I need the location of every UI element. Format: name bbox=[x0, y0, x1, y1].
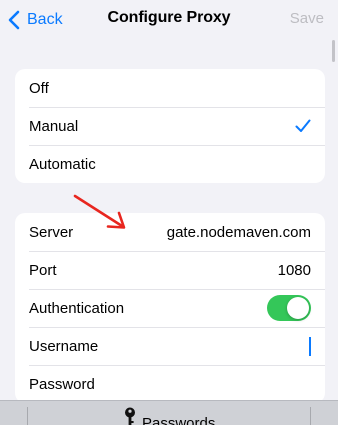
save-button[interactable]: Save bbox=[290, 10, 324, 27]
authentication-row: Authentication bbox=[15, 289, 325, 327]
server-label: Server bbox=[29, 223, 74, 241]
option-manual-label: Manual bbox=[29, 117, 79, 135]
key-icon bbox=[125, 407, 135, 425]
toolbar-divider bbox=[310, 407, 311, 425]
passwords-button[interactable]: Passwords bbox=[124, 407, 215, 425]
password-label: Password bbox=[29, 375, 95, 393]
option-manual[interactable]: Manual bbox=[15, 107, 325, 145]
option-automatic[interactable]: Automatic bbox=[15, 145, 325, 183]
option-automatic-label: Automatic bbox=[29, 155, 96, 173]
port-label: Port bbox=[29, 261, 57, 279]
proxy-settings-group: Server gate.nodemaven.com Port 1080 Auth… bbox=[15, 213, 325, 403]
checkmark-icon bbox=[295, 119, 311, 132]
scroll-indicator bbox=[332, 40, 335, 62]
username-label: Username bbox=[29, 337, 99, 355]
page-title: Configure Proxy bbox=[107, 9, 231, 26]
port-value[interactable]: 1080 bbox=[278, 262, 311, 279]
server-row[interactable]: Server gate.nodemaven.com bbox=[15, 213, 325, 251]
port-row[interactable]: Port 1080 bbox=[15, 251, 325, 289]
toggle-knob bbox=[287, 297, 309, 319]
password-row[interactable]: Password bbox=[15, 365, 325, 403]
configure-proxy-screen: Back Configure Proxy Save Off Manual Aut… bbox=[0, 0, 338, 425]
toolbar-divider bbox=[27, 407, 28, 425]
server-value[interactable]: gate.nodemaven.com bbox=[167, 224, 311, 241]
option-off-label: Off bbox=[29, 79, 49, 97]
proxy-mode-group: Off Manual Automatic bbox=[15, 69, 325, 183]
authentication-toggle[interactable] bbox=[267, 295, 311, 321]
authentication-label: Authentication bbox=[29, 299, 125, 317]
passwords-label: Passwords bbox=[142, 415, 216, 425]
option-off[interactable]: Off bbox=[15, 69, 325, 107]
username-row[interactable]: Username bbox=[15, 327, 325, 365]
annotation-arrow-icon bbox=[73, 194, 126, 229]
text-cursor bbox=[309, 336, 311, 356]
navigation-bar: Back Configure Proxy Save bbox=[0, 0, 338, 40]
passwords-toolbar: Passwords bbox=[0, 400, 338, 425]
